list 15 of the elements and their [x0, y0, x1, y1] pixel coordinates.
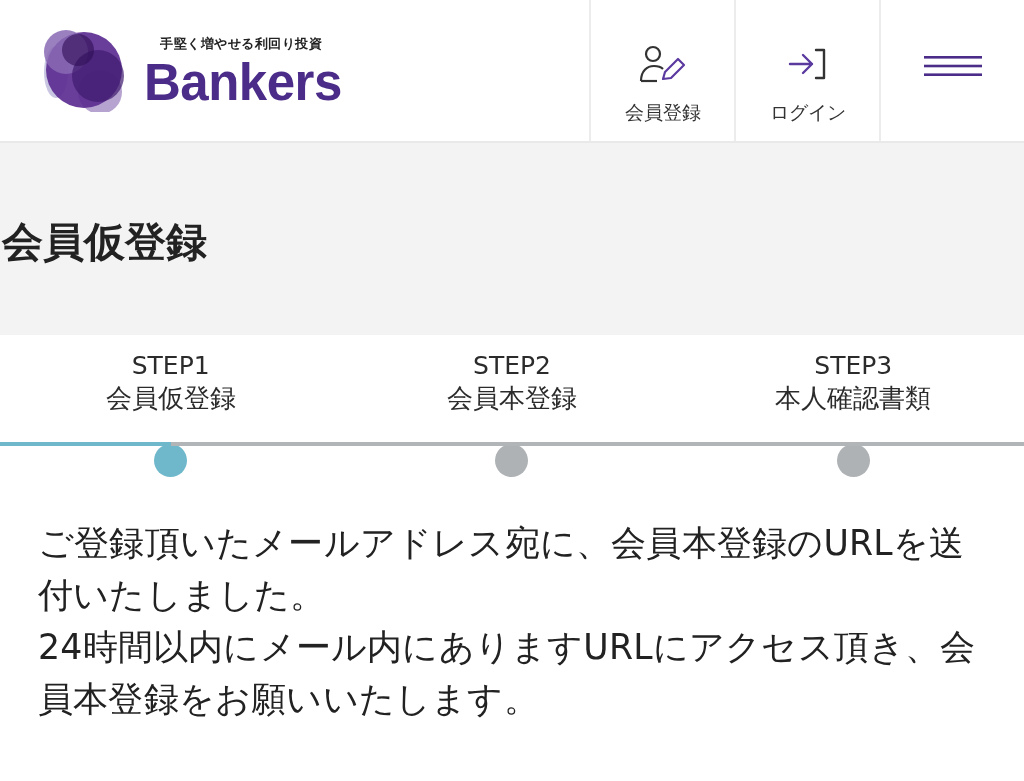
- message-text: 24時間以内にメール内にありますURLにアクセス頂き、会員本登録をお願いいたします。: [38, 626, 977, 721]
- logo-tagline: 手堅く増やせる利回り投資: [160, 35, 322, 53]
- step-number: STEP3: [814, 351, 893, 381]
- menu-icon: [923, 55, 982, 76]
- page-title: 会員仮登録: [2, 216, 207, 268]
- step-label: 会員本登録: [447, 382, 577, 415]
- step-label: 会員仮登録: [105, 382, 236, 415]
- sign-in-icon: [787, 48, 828, 80]
- logo-icon: [42, 29, 126, 112]
- message-text: ご登録頂いたメールアドレス宛に、会員本登録のURLを送付いたしました。: [38, 522, 966, 617]
- user-pencil-icon: [638, 45, 687, 83]
- step-number: STEP1: [131, 351, 210, 381]
- step-number: STEP2: [473, 351, 551, 381]
- step-label: 本人確認書類: [775, 382, 932, 415]
- logo-wordmark: Bankers: [144, 56, 342, 108]
